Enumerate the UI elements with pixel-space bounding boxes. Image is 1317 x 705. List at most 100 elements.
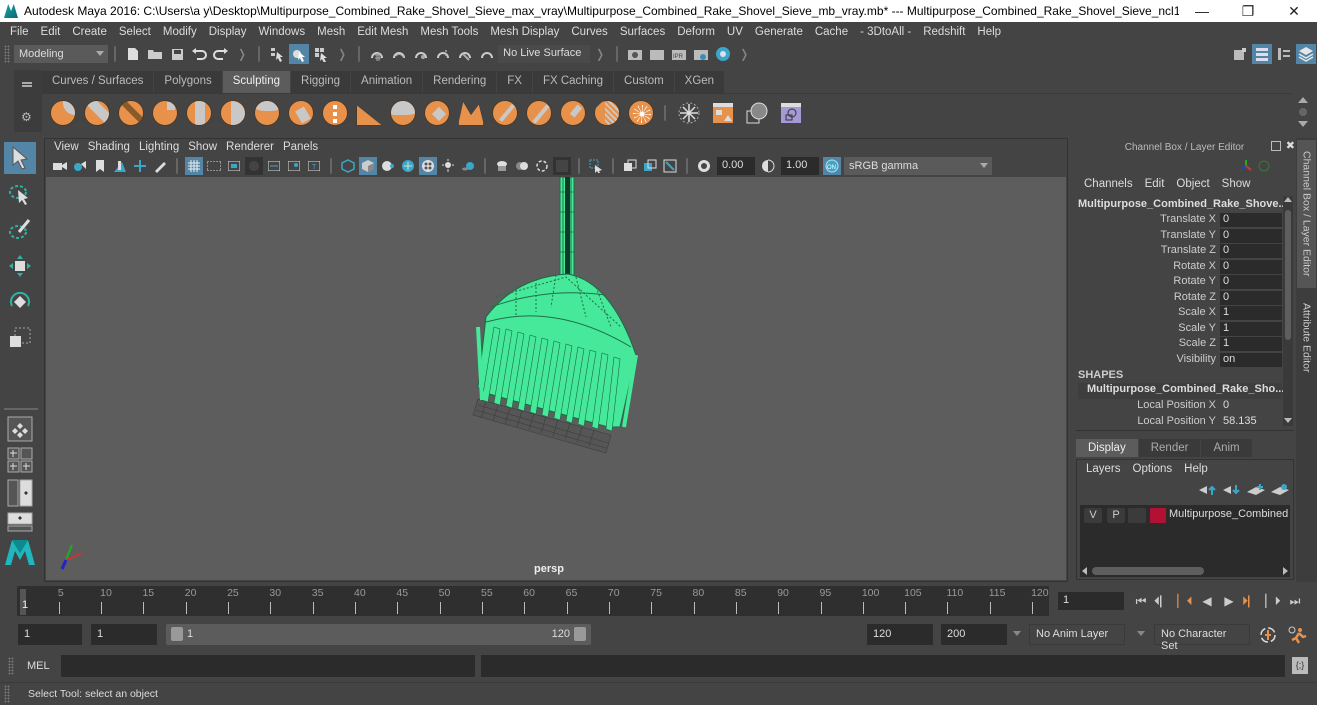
attribute-value-field[interactable]: 0	[1220, 290, 1282, 306]
range-slider[interactable]: 1 120	[166, 624, 591, 645]
collapse-chevron-icon[interactable]: ❭	[595, 47, 605, 61]
outliner-persp-layout-button[interactable]	[4, 478, 36, 508]
sculpt-layers-icon[interactable]	[744, 100, 770, 126]
anti-aliasing-icon[interactable]	[533, 157, 551, 175]
new-layer-icon[interactable]	[1246, 483, 1266, 497]
shaded-wireframe-icon[interactable]	[399, 157, 417, 175]
move-layer-down-icon[interactable]	[1222, 483, 1242, 497]
shelf-scroll-thumb[interactable]	[1299, 108, 1307, 116]
attribute-row-rotate-x[interactable]: Rotate X 0	[1076, 259, 1282, 275]
modeling-toolkit-icon[interactable]	[1230, 44, 1250, 64]
move-tool-button[interactable]	[4, 250, 36, 282]
layer-menu-help[interactable]: Help	[1184, 463, 1208, 475]
layer-name[interactable]: Multipurpose_Combined	[1169, 508, 1290, 520]
screen-space-ao-icon[interactable]	[493, 157, 511, 175]
undo-icon[interactable]	[189, 44, 209, 64]
safe-title-icon[interactable]: T	[305, 157, 323, 175]
minimize-button[interactable]: —	[1179, 3, 1225, 19]
shelf-tab-rigging[interactable]: Rigging	[291, 71, 351, 93]
render-frame-icon[interactable]	[647, 44, 667, 64]
select-by-component-icon[interactable]	[311, 44, 331, 64]
menu-uv[interactable]: UV	[721, 26, 749, 38]
menu-file[interactable]: File	[4, 26, 35, 38]
menu-windows[interactable]: Windows	[252, 26, 311, 38]
repeat-tool-icon[interactable]	[322, 99, 348, 126]
menuset-dropdown[interactable]: Modeling	[14, 45, 108, 63]
channel-box-menu-channels[interactable]: Channels	[1084, 178, 1133, 190]
tab-channel-box-layer-editor[interactable]: Channel Box / Layer Editor	[1297, 140, 1316, 288]
attribute-row-translate-y[interactable]: Translate Y 0	[1076, 228, 1282, 244]
wireframe-shading-icon[interactable]	[339, 157, 357, 175]
attribute-row-visibility[interactable]: Visibility on	[1076, 352, 1282, 368]
panel-divider[interactable]	[1076, 430, 1294, 431]
tab-attribute-editor[interactable]: Attribute Editor	[1297, 294, 1316, 382]
shelf-tab-curves-surfaces[interactable]: Curves / Surfaces	[42, 71, 154, 93]
scroll-left-icon[interactable]	[1082, 567, 1087, 575]
select-by-hierarchy-icon[interactable]	[267, 44, 287, 64]
relax-tool-icon[interactable]	[118, 99, 144, 126]
attribute-value-field[interactable]: 1	[1220, 321, 1282, 337]
scroll-down-icon[interactable]	[1284, 418, 1292, 423]
layer-playback-toggle[interactable]: P	[1107, 508, 1125, 523]
layer-menu-options[interactable]: Options	[1133, 463, 1173, 475]
persp-graph-layout-button[interactable]	[4, 512, 36, 532]
animation-start-field[interactable]: 1	[18, 624, 82, 645]
smear-tool-icon[interactable]	[526, 99, 552, 126]
resolution-gate-icon[interactable]	[225, 157, 243, 175]
collapse-chevron-icon[interactable]: ❭	[237, 47, 247, 61]
menu-cache[interactable]: Cache	[809, 26, 854, 38]
menu-create[interactable]: Create	[66, 26, 113, 38]
redo-icon[interactable]	[211, 44, 231, 64]
new-scene-icon[interactable]	[123, 44, 143, 64]
color-management-toggle-icon[interactable]: ON	[823, 157, 841, 175]
use-default-material-icon[interactable]	[379, 157, 397, 175]
script-editor-button[interactable]: {;}	[1292, 657, 1308, 674]
render-view-icon[interactable]	[625, 44, 645, 64]
save-scene-icon[interactable]	[167, 44, 187, 64]
hypershade-icon[interactable]	[713, 44, 733, 64]
range-end-handle[interactable]	[574, 627, 586, 641]
scroll-right-icon[interactable]	[1283, 567, 1288, 575]
ipr-render-icon[interactable]: IPR	[669, 44, 689, 64]
convert-to-frozen-tool-icon[interactable]	[676, 100, 702, 126]
grip-handle[interactable]	[4, 685, 10, 703]
attribute-value-field[interactable]: 1	[1220, 306, 1282, 321]
amplify-tool-icon[interactable]	[594, 99, 620, 126]
grip-handle[interactable]	[8, 657, 14, 675]
step-forward-key-icon[interactable]: ⏵▏	[1240, 592, 1262, 610]
time-slider[interactable]: 1 5 10 15 20 25 30 35 40 45 50 55 60 65 70 75 80 85 90 95 1…	[17, 586, 1049, 616]
lasso-tool-button[interactable]	[4, 178, 36, 210]
shelf-tab-sculpting[interactable]: Sculpting	[222, 71, 291, 93]
textured-icon[interactable]	[419, 157, 437, 175]
select-tool-button[interactable]	[4, 142, 36, 174]
flatten-tool-icon[interactable]	[220, 99, 246, 126]
mesh-sculpt-settings-icon[interactable]	[710, 100, 736, 126]
shelf-tabs-menu-icon[interactable]	[22, 82, 32, 84]
layer-visibility-toggle[interactable]: V	[1084, 508, 1102, 523]
shelf-tab-xgen[interactable]: XGen	[674, 71, 725, 93]
new-layer-from-selected-icon[interactable]	[1270, 483, 1290, 497]
move-layer-up-icon[interactable]	[1198, 483, 1218, 497]
layer-tab-display[interactable]: Display	[1076, 439, 1138, 457]
shelf-tab-fx-caching[interactable]: FX Caching	[532, 71, 614, 93]
channel-box-menu-show[interactable]: Show	[1222, 178, 1251, 190]
scroll-thumb[interactable]	[1285, 210, 1291, 340]
go-to-end-icon[interactable]: ⏭	[1284, 592, 1306, 610]
layer-menu-layers[interactable]: Layers	[1086, 463, 1121, 475]
restore-button[interactable]: ❐	[1225, 3, 1271, 20]
freeze-tool-icon[interactable]	[628, 99, 654, 126]
foamy-tool-icon[interactable]	[254, 99, 280, 126]
float-panel-icon[interactable]	[1271, 141, 1281, 151]
safe-action-icon[interactable]	[285, 157, 303, 175]
animation-end-field[interactable]: 200	[941, 624, 1007, 645]
shape-node-name[interactable]: Multipurpose_Combined_Rake_Sho...	[1078, 383, 1284, 399]
camera-attributes-icon[interactable]	[71, 157, 89, 175]
four-view-layout-button[interactable]	[4, 446, 36, 474]
playback-start-field[interactable]: 1	[91, 624, 157, 645]
gate-mask-icon[interactable]	[245, 157, 263, 175]
play-backwards-icon[interactable]: ◀	[1196, 592, 1218, 610]
attribute-value-field[interactable]: 0	[1220, 213, 1282, 228]
layer-tab-render[interactable]: Render	[1138, 439, 1201, 457]
sculpt-view-options-icon[interactable]	[778, 100, 804, 126]
scrape-tool-icon[interactable]	[424, 99, 450, 126]
